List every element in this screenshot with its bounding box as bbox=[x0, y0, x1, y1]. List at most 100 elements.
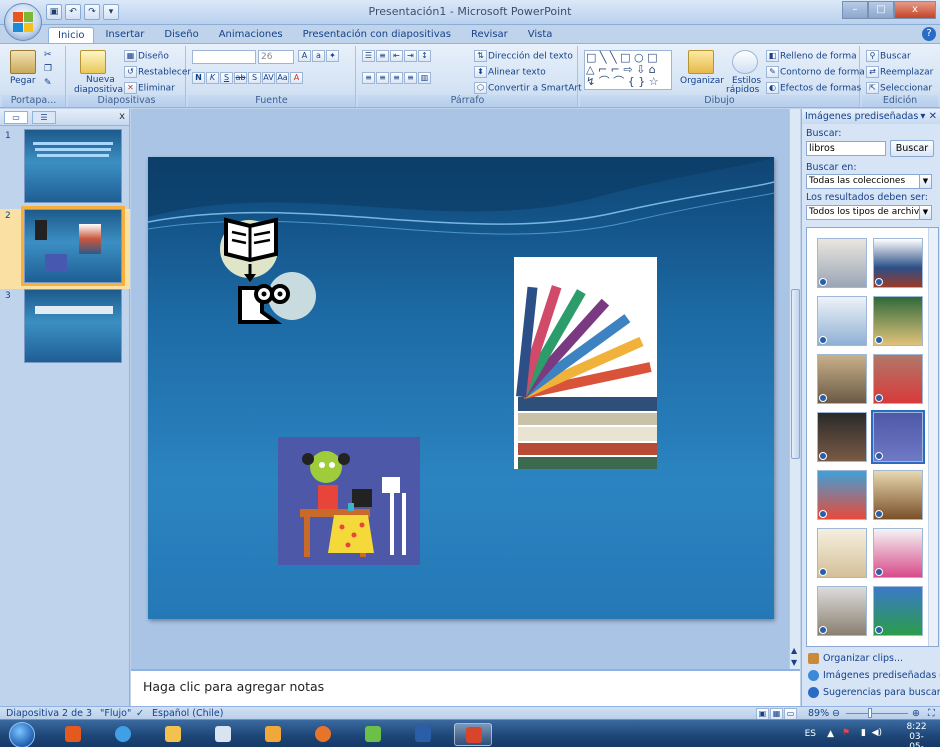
quick-styles-sublabel[interactable]: rápidos bbox=[726, 85, 759, 95]
italic-icon[interactable]: K bbox=[206, 72, 219, 84]
tab-animaciones[interactable]: Animaciones bbox=[210, 27, 292, 43]
notes-pane[interactable]: Haga clic para agregar notas bbox=[131, 669, 800, 706]
font-size-combo[interactable]: 26 bbox=[258, 50, 294, 64]
clip-result[interactable] bbox=[817, 412, 867, 462]
reset-button[interactable]: ↺ Restablecer bbox=[124, 66, 191, 78]
help-icon[interactable]: ? bbox=[922, 27, 936, 41]
select-button[interactable]: ⇱ Seleccionar bbox=[866, 82, 932, 94]
justify-icon[interactable]: ≡ bbox=[404, 72, 417, 84]
clip-result[interactable] bbox=[873, 470, 923, 520]
new-slide-sublabel[interactable]: diapositiva bbox=[74, 85, 123, 95]
slide-canvas[interactable] bbox=[148, 157, 774, 619]
shrink-font-icon[interactable]: a bbox=[312, 50, 325, 62]
organize-clips-link[interactable]: Organizar clips... bbox=[808, 653, 903, 664]
volume-icon[interactable]: ◀) bbox=[872, 728, 882, 738]
font-color-icon[interactable]: A bbox=[290, 72, 303, 84]
close-button[interactable]: x bbox=[894, 1, 936, 19]
clip-result[interactable] bbox=[873, 586, 923, 636]
clip-result[interactable] bbox=[817, 586, 867, 636]
media-type-select[interactable]: Todos los tipos de archivos mult▼ bbox=[806, 205, 932, 220]
slide-thumbnail-row-3[interactable]: 3 bbox=[0, 289, 130, 369]
clip-result[interactable] bbox=[817, 296, 867, 346]
cut-icon[interactable]: ✂ bbox=[44, 50, 52, 60]
taskbar-messenger[interactable] bbox=[354, 723, 392, 746]
normal-view-icon[interactable]: ▣ bbox=[756, 707, 769, 720]
tab-presentacion[interactable]: Presentación con diapositivas bbox=[294, 27, 460, 43]
slide-thumbnail-3[interactable] bbox=[24, 289, 122, 363]
clip-result[interactable] bbox=[817, 470, 867, 520]
delete-slide-button[interactable]: ✕ Eliminar bbox=[124, 82, 175, 94]
dropdown-arrow-icon[interactable]: ▼ bbox=[919, 175, 931, 188]
shapes-gallery[interactable]: □ ╲ ╲ □ ○ □ △ ⌐ ⌐ ⇨ ⇩ ⌂ ↯ ⌒ ⌒ { } ☆ bbox=[584, 50, 672, 90]
taskbar-paint[interactable] bbox=[254, 723, 292, 746]
font-name-combo[interactable] bbox=[192, 50, 256, 64]
format-painter-icon[interactable]: ✎ bbox=[44, 78, 52, 88]
books-stack-image[interactable] bbox=[514, 257, 657, 469]
taskbar-internet-explorer[interactable] bbox=[104, 723, 142, 746]
increase-indent-icon[interactable]: ⇥ bbox=[404, 50, 417, 62]
zoom-slider-thumb[interactable] bbox=[868, 708, 872, 718]
tab-revisar[interactable]: Revisar bbox=[462, 27, 517, 43]
case-icon[interactable]: Aa bbox=[276, 72, 289, 84]
office-button[interactable] bbox=[4, 3, 42, 41]
office-clipart-link[interactable]: Imágenes prediseñadas de Office bbox=[808, 670, 940, 681]
replace-button[interactable]: ⇄ Reemplazar bbox=[866, 66, 933, 78]
taskbar-word[interactable] bbox=[404, 723, 442, 746]
results-scrollbar[interactable] bbox=[928, 228, 938, 646]
tab-vista[interactable]: Vista bbox=[519, 27, 562, 43]
strikethrough-icon[interactable]: ab bbox=[234, 72, 247, 84]
taskbar-explorer[interactable] bbox=[154, 723, 192, 746]
clip-result[interactable] bbox=[873, 528, 923, 578]
grow-font-icon[interactable]: A bbox=[298, 50, 311, 62]
paste-button[interactable]: Pegar bbox=[10, 76, 36, 86]
slide-thumbnail-2[interactable] bbox=[21, 206, 125, 286]
clip-result[interactable] bbox=[817, 238, 867, 288]
slide-thumbnail-row-1[interactable]: 1 bbox=[0, 129, 130, 209]
start-button[interactable] bbox=[9, 722, 35, 747]
slide-thumbnail-row-2[interactable]: 2 bbox=[0, 206, 130, 289]
slide-vertical-scrollbar[interactable]: ▲ ▼ bbox=[789, 109, 800, 669]
dropdown-arrow-icon[interactable]: ▼ bbox=[919, 206, 931, 219]
show-hidden-icons[interactable]: ▲ bbox=[827, 729, 834, 739]
shape-outline-button[interactable]: ✎ Contorno de forma bbox=[766, 66, 865, 78]
align-right-icon[interactable]: ≡ bbox=[390, 72, 403, 84]
language-indicator[interactable]: ES bbox=[805, 729, 816, 739]
spacing-icon[interactable]: AV bbox=[262, 72, 275, 84]
girl-studying-clipart[interactable] bbox=[278, 437, 420, 565]
clip-result[interactable] bbox=[817, 528, 867, 578]
book-reader-clipart[interactable] bbox=[218, 212, 316, 337]
search-button[interactable]: Buscar bbox=[890, 140, 934, 157]
taskbar-firefox[interactable] bbox=[304, 723, 342, 746]
taskbar-media-app[interactable] bbox=[54, 723, 92, 746]
notes-placeholder[interactable]: Haga clic para agregar notas bbox=[143, 679, 324, 694]
text-direction-button[interactable]: ⇅ Dirección del texto bbox=[474, 50, 573, 62]
arrange-icon[interactable] bbox=[688, 50, 714, 74]
shadow-icon[interactable]: S bbox=[248, 72, 261, 84]
clip-result[interactable] bbox=[873, 238, 923, 288]
align-text-button[interactable]: ⬍ Alinear texto bbox=[474, 66, 546, 78]
network-icon[interactable]: ▮ bbox=[861, 728, 866, 738]
quick-styles-icon[interactable] bbox=[732, 50, 758, 74]
copy-icon[interactable]: ❐ bbox=[44, 64, 52, 74]
zoom-slider[interactable] bbox=[846, 713, 908, 714]
slide-thumbnail-1[interactable] bbox=[24, 129, 122, 203]
align-left-icon[interactable]: ≡ bbox=[362, 72, 375, 84]
numbering-icon[interactable]: ≡ bbox=[376, 50, 389, 62]
bullets-icon[interactable]: ☰ bbox=[362, 50, 375, 62]
tab-inicio[interactable]: Inicio bbox=[48, 27, 95, 43]
search-input[interactable]: libros bbox=[806, 141, 886, 156]
line-spacing-icon[interactable]: ↕ bbox=[418, 50, 431, 62]
slides-tab[interactable]: ▭ bbox=[4, 111, 28, 124]
clip-result-selected[interactable] bbox=[871, 410, 925, 464]
next-slide-icon[interactable]: ▼ bbox=[791, 658, 797, 667]
taskbar-calculator[interactable] bbox=[204, 723, 242, 746]
clip-result[interactable] bbox=[873, 354, 923, 404]
clear-format-icon[interactable]: ✦ bbox=[326, 50, 339, 62]
maximize-button[interactable]: □ bbox=[868, 1, 894, 19]
tab-insertar[interactable]: Insertar bbox=[96, 27, 153, 43]
clip-result[interactable] bbox=[817, 354, 867, 404]
layout-button[interactable]: ▦ Diseño bbox=[124, 50, 169, 62]
shape-fill-button[interactable]: ◧ Relleno de forma bbox=[766, 50, 857, 62]
decrease-indent-icon[interactable]: ⇤ bbox=[390, 50, 403, 62]
task-pane-close-icon[interactable]: ▾ ✕ bbox=[920, 109, 937, 124]
